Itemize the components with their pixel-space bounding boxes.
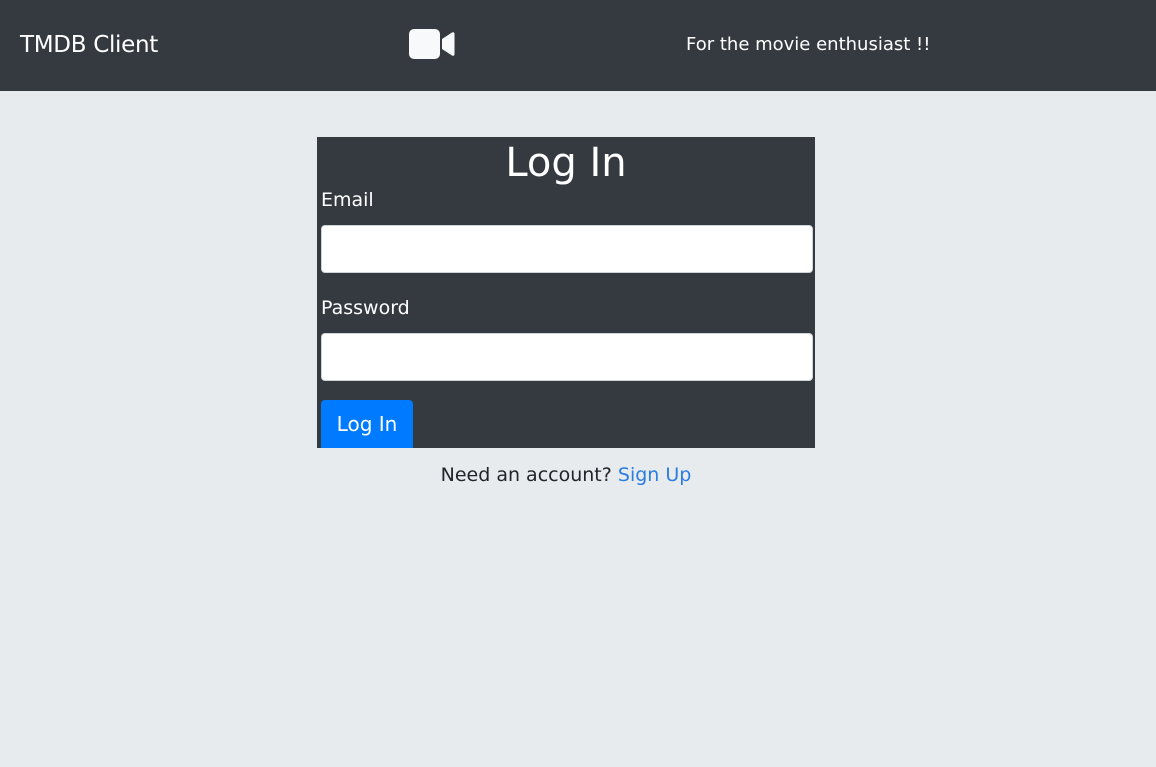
- email-label: Email: [321, 189, 374, 211]
- navbar: TMDB Client For the movie enthusiast !!: [0, 0, 1156, 91]
- form-title: Log In: [505, 140, 627, 186]
- signup-link[interactable]: Sign Up: [618, 464, 691, 486]
- video-camera-icon: [409, 29, 455, 59]
- signup-prompt: Need an account? Sign Up: [317, 462, 815, 488]
- email-field[interactable]: [321, 225, 813, 273]
- brand-link[interactable]: TMDB Client: [20, 30, 158, 60]
- signup-prompt-text: Need an account?: [440, 464, 612, 486]
- login-button[interactable]: Log In: [321, 400, 413, 448]
- password-label: Password: [321, 297, 410, 319]
- login-form: Log In Email Password Log In: [317, 137, 815, 448]
- password-field[interactable]: [321, 333, 813, 381]
- tagline: For the movie enthusiast !!: [686, 34, 931, 55]
